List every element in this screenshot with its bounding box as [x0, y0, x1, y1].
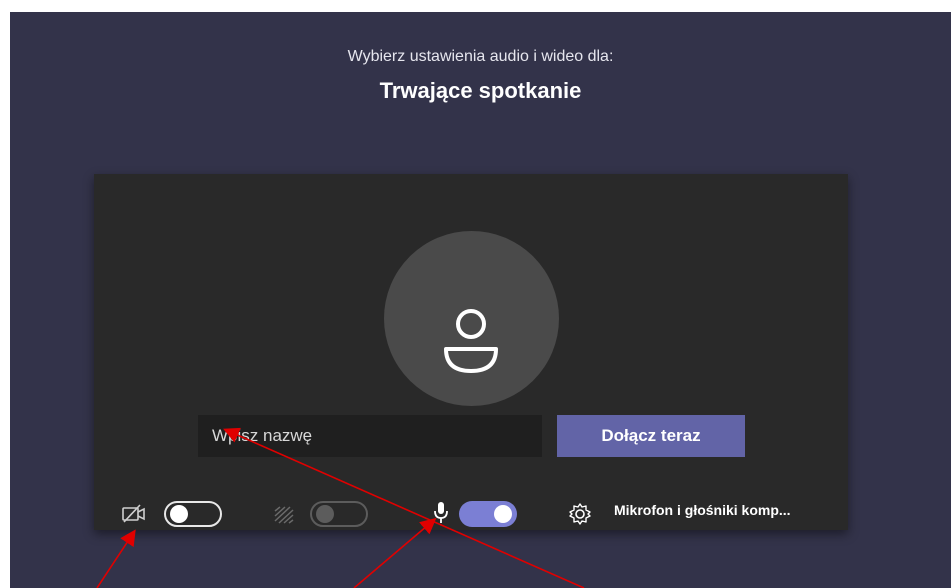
arrow-to-camera-icon: [96, 529, 136, 588]
arrow-to-name-input: [223, 427, 585, 588]
annotation-arrows: [96, 427, 585, 588]
arrow-to-microphone-icon: [353, 517, 437, 588]
